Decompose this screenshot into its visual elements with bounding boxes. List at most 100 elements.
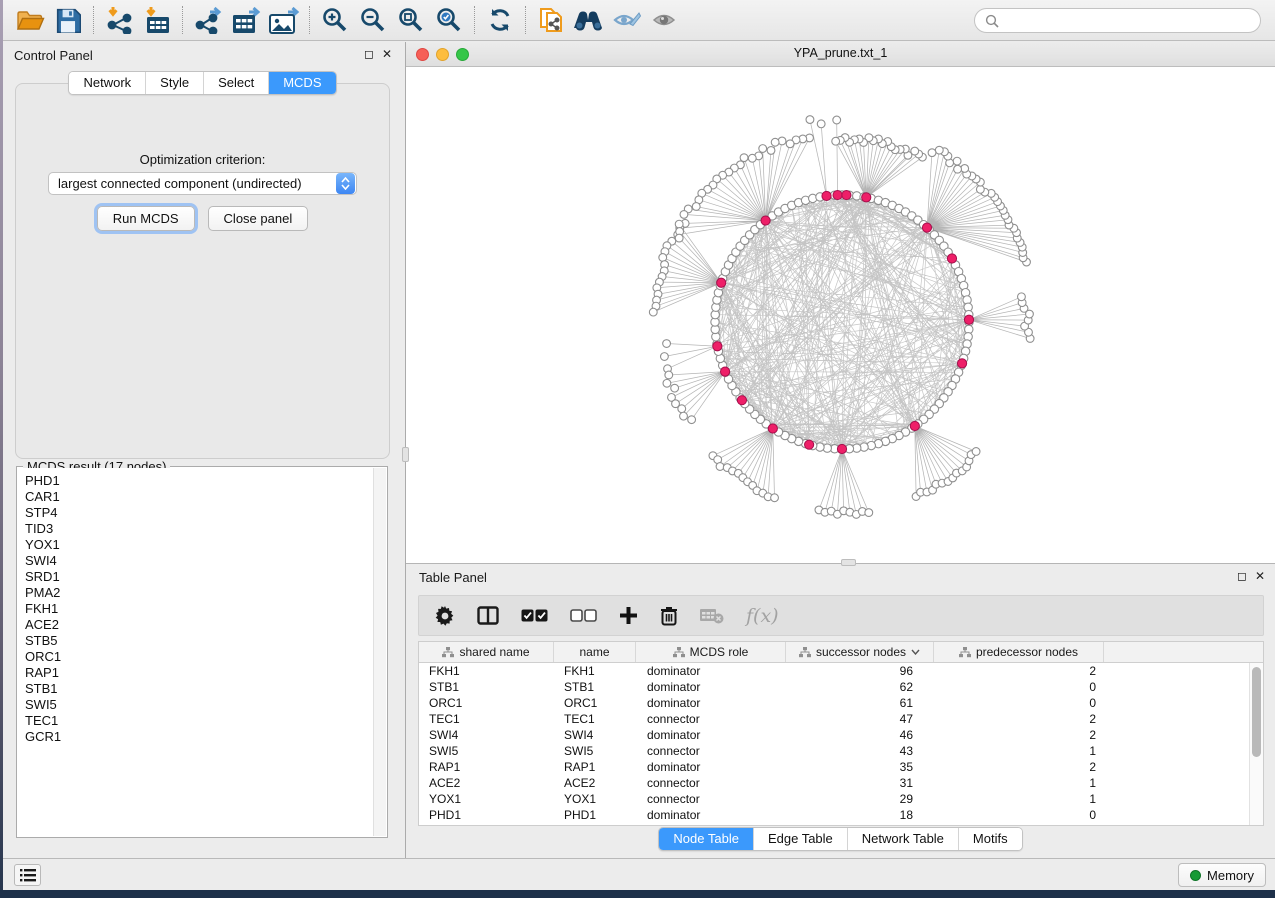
table-scrollbar[interactable] (1249, 663, 1263, 825)
network-leaf-node[interactable] (688, 416, 696, 424)
network-dominator-node[interactable] (862, 193, 871, 202)
network-dominator-node[interactable] (768, 424, 777, 433)
show-all-icon[interactable] (646, 3, 684, 37)
network-leaf-node[interactable] (678, 405, 686, 413)
network-leaf-node[interactable] (675, 234, 683, 242)
network-leaf-node[interactable] (740, 154, 748, 162)
network-leaf-node[interactable] (972, 448, 980, 456)
network-leaf-node[interactable] (675, 220, 683, 228)
tab-network[interactable]: Network (69, 72, 145, 94)
run-mcds-button[interactable]: Run MCDS (97, 206, 195, 231)
column-header-shared-name[interactable]: shared name (419, 642, 554, 662)
column-header-MCDS-role[interactable]: MCDS role (636, 642, 786, 662)
network-leaf-node[interactable] (832, 137, 840, 145)
network-dominator-node[interactable] (957, 359, 966, 368)
network-leaf-node[interactable] (661, 353, 669, 361)
mcds-result-item[interactable]: CAR1 (25, 489, 373, 505)
mcds-result-item[interactable]: GCR1 (25, 729, 373, 745)
mcds-result-list[interactable]: PHD1CAR1STP4TID3YOX1SWI4SRD1PMA2FKH1ACE2… (18, 468, 373, 836)
network-leaf-node[interactable] (817, 120, 825, 128)
network-leaf-node[interactable] (716, 463, 724, 471)
network-leaf-node[interactable] (928, 149, 936, 157)
zoom-in-icon[interactable] (316, 3, 354, 37)
add-column-icon[interactable] (619, 606, 638, 625)
network-leaf-node[interactable] (680, 211, 688, 219)
table-row[interactable]: YOX1YOX1connector291 (419, 791, 1249, 807)
open-file-icon[interactable] (11, 3, 49, 37)
network-leaf-node[interactable] (671, 384, 679, 392)
network-dominator-node[interactable] (833, 190, 842, 199)
mcds-result-item[interactable]: SWI4 (25, 553, 373, 569)
close-panel-icon[interactable]: ✕ (1255, 569, 1265, 583)
network-dominator-node[interactable] (947, 254, 956, 263)
table-row[interactable]: RAP1RAP1dominator352 (419, 759, 1249, 775)
network-dominator-node[interactable] (964, 315, 973, 324)
deselect-all-icon[interactable] (570, 609, 597, 622)
mcds-list-scrollbar[interactable] (373, 468, 386, 836)
tab-mcds[interactable]: MCDS (268, 72, 335, 94)
network-leaf-node[interactable] (953, 157, 961, 165)
mcds-result-item[interactable]: SWI5 (25, 697, 373, 713)
network-leaf-node[interactable] (865, 509, 873, 517)
memory-button[interactable]: Memory (1178, 863, 1266, 887)
save-session-icon[interactable] (49, 3, 87, 37)
network-dominator-node[interactable] (842, 190, 851, 199)
refresh-icon[interactable] (481, 3, 519, 37)
search-input[interactable] (1005, 13, 1250, 28)
mcds-result-item[interactable]: SRD1 (25, 569, 373, 585)
network-dominator-node[interactable] (805, 440, 814, 449)
tab-select[interactable]: Select (203, 72, 268, 94)
tab-network-table[interactable]: Network Table (847, 828, 958, 850)
column-header-predecessor-nodes[interactable]: predecessor nodes (934, 642, 1104, 662)
mcds-result-item[interactable]: PMA2 (25, 585, 373, 601)
search-network-icon[interactable] (570, 3, 608, 37)
gear-icon[interactable] (435, 606, 455, 626)
network-leaf-node[interactable] (786, 140, 794, 148)
network-leaf-node[interactable] (759, 145, 767, 153)
table-row[interactable]: STB1STB1dominator620 (419, 679, 1249, 695)
mcds-result-item[interactable]: STP4 (25, 505, 373, 521)
columns-icon[interactable] (477, 606, 499, 625)
network-leaf-node[interactable] (1018, 293, 1026, 301)
network-leaf-node[interactable] (806, 116, 814, 124)
share-document-icon[interactable] (532, 3, 570, 37)
mcds-result-item[interactable]: STB1 (25, 681, 373, 697)
mcds-result-item[interactable]: TEC1 (25, 713, 373, 729)
mcds-result-item[interactable]: YOX1 (25, 537, 373, 553)
network-dominator-node[interactable] (761, 216, 770, 225)
mcds-result-item[interactable]: PHD1 (25, 473, 373, 489)
tab-edge-table[interactable]: Edge Table (753, 828, 847, 850)
mcds-result-item[interactable]: RAP1 (25, 665, 373, 681)
import-table-icon[interactable] (138, 3, 176, 37)
float-window-icon[interactable]: ◻ (364, 47, 374, 61)
network-dominator-node[interactable] (910, 421, 919, 430)
table-row[interactable]: ACE2ACE2connector311 (419, 775, 1249, 791)
tab-style[interactable]: Style (145, 72, 203, 94)
hide-selected-icon[interactable] (608, 3, 646, 37)
mcds-result-item[interactable]: ORC1 (25, 649, 373, 665)
network-leaf-node[interactable] (771, 494, 779, 502)
column-header-successor-nodes[interactable]: successor nodes (786, 642, 934, 662)
network-leaf-node[interactable] (665, 371, 673, 379)
network-dominator-node[interactable] (717, 278, 726, 287)
delete-column-icon[interactable] (660, 606, 678, 626)
export-image-icon[interactable] (265, 3, 303, 37)
network-leaf-node[interactable] (767, 147, 775, 155)
network-dominator-node[interactable] (737, 396, 746, 405)
network-leaf-node[interactable] (833, 116, 841, 124)
network-leaf-node[interactable] (935, 146, 943, 154)
network-dominator-node[interactable] (713, 342, 722, 351)
column-header-name[interactable]: name (554, 642, 636, 662)
task-history-button[interactable] (14, 864, 41, 886)
network-leaf-node[interactable] (771, 138, 779, 146)
table-row[interactable]: PHD1PHD1dominator180 (419, 807, 1249, 823)
mcds-result-item[interactable]: ACE2 (25, 617, 373, 633)
network-leaf-node[interactable] (954, 165, 962, 173)
mcds-result-item[interactable]: FKH1 (25, 601, 373, 617)
splitter-grip[interactable] (402, 447, 409, 462)
tab-motifs[interactable]: Motifs (958, 828, 1022, 850)
zoom-fit-icon[interactable] (392, 3, 430, 37)
table-row[interactable]: ORC1ORC1dominator610 (419, 695, 1249, 711)
mcds-result-item[interactable]: STB5 (25, 633, 373, 649)
network-dominator-node[interactable] (837, 444, 846, 453)
